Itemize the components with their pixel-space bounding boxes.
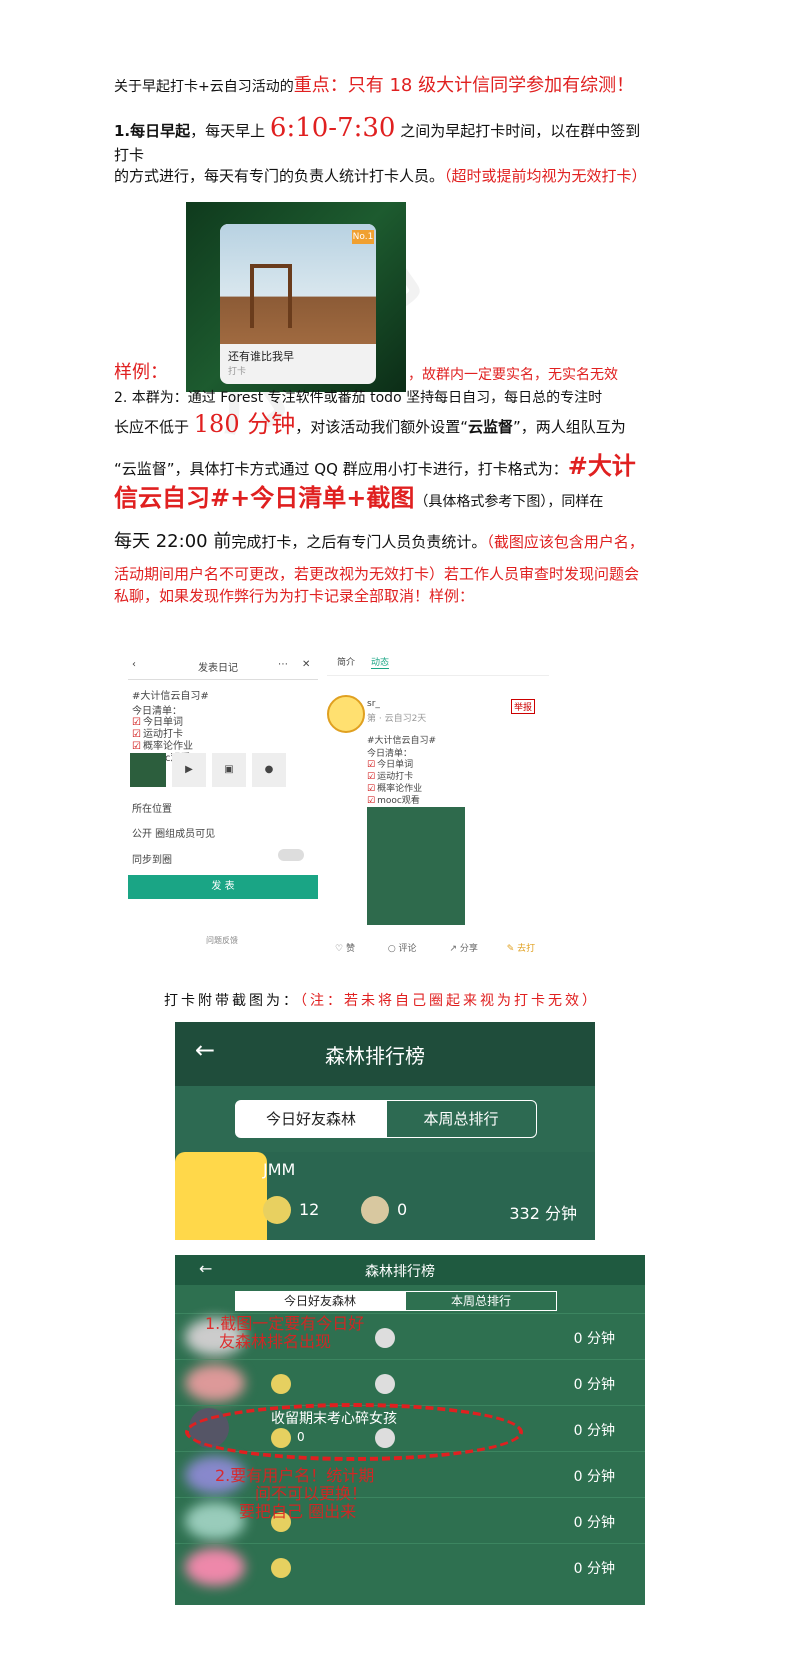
tab-today-forest[interactable]: 今日好友森林	[235, 1100, 387, 1138]
avatar	[185, 1364, 245, 1402]
dynamic-feed-screenshot: 简介 动态 sr_ 第 · 云自习2天 举报 #大计信云自习# 今日清单： 今日…	[327, 645, 549, 975]
notice-title: 关于早起打卡+云自习活动的重点：只有 18 级大计信同学参加有综测！	[114, 75, 635, 96]
image-icon[interactable]: ▣	[212, 753, 246, 787]
live-tree-icon	[263, 1196, 291, 1224]
leaderboard-row: JMM 12 0 332 分钟	[175, 1152, 595, 1240]
sync-toggle[interactable]	[278, 849, 304, 861]
feedback-link[interactable]: 问题反馈	[206, 935, 238, 946]
feed-image[interactable]	[367, 807, 465, 925]
dead-tree-icon	[375, 1328, 395, 1348]
checkin-card-image: No.1 还有谁比我早 打卡	[186, 202, 406, 392]
back-arrow-icon[interactable]: ←	[195, 1036, 215, 1064]
live-tree-icon	[271, 1558, 291, 1578]
feed-actions: ♡ 赞 ○ 评论 ↗ 分享 ✎ 去打	[335, 941, 545, 954]
item2-line7: 私聊，如果发现作弊行为为打卡记录全部取消！样例：	[114, 587, 475, 605]
leaderboard-title: 森林排行榜	[365, 1264, 435, 1280]
item2-line5: 每天 22:00 前完成打卡，之后有专门人员负责统计。（截图应该包含用户名，	[114, 531, 644, 552]
tab-week-rank[interactable]: 本周总排行	[385, 1100, 537, 1138]
forest-leaderboard-1: ← 森林排行榜 今日好友森林 本周总排行 JMM 12 0 332 分钟	[175, 1022, 595, 1240]
forest-leaderboard-2: ← 森林排行榜 今日好友森林 本周总排行 0 分钟 0 分钟 收留期末考心碎女孩…	[175, 1255, 645, 1605]
dead-tree-icon	[375, 1374, 395, 1394]
tab-today-forest[interactable]: 今日好友森林	[235, 1291, 405, 1311]
visibility-field[interactable]: 公开 圈组成员可见	[132, 825, 215, 840]
item2-line4: 信云自习#+今日清单+截图（具体格式参考下图），同样在	[114, 484, 604, 512]
attached-photo[interactable]	[130, 753, 166, 787]
checkin-card: No.1 还有谁比我早 打卡	[220, 224, 376, 384]
user-avatar[interactable]	[327, 695, 365, 733]
publish-button[interactable]: 发 表	[128, 875, 318, 899]
tab-intro[interactable]: 简介	[337, 655, 355, 668]
row-minutes: 332 分钟	[509, 1204, 577, 1223]
diary-post-screenshot: ‹ 发表日记 ⋯ ✕ #大计信云自习# 今日清单： 今日单词 运动打卡 概率论作…	[128, 645, 318, 950]
feed-meta: 第 · 云自习2天	[367, 714, 427, 724]
annotation-1: 1.截图一定要有今日好 友森林排名出现	[205, 1314, 365, 1351]
highlight-circle	[185, 1403, 523, 1461]
report-button[interactable]: 举报	[511, 699, 536, 714]
close-icon[interactable]: ✕	[302, 659, 310, 670]
back-icon[interactable]: ‹	[132, 659, 136, 670]
item2-line6: 活动期间用户名不可更改，若更改视为无效打卡）若工作人员审查时发现问题会	[114, 565, 640, 583]
feed-body: #大计信云自习# 今日清单： 今日单词 运动打卡 概率论作业 mooc观看	[367, 733, 436, 807]
live-tree-icon	[271, 1374, 291, 1394]
example-label: 样例：	[114, 362, 168, 383]
leaderboard-title: 森林排行榜	[325, 1044, 425, 1068]
more-icon[interactable]: ⋯	[278, 659, 288, 670]
chair-icon	[250, 264, 292, 328]
table-row: 0 分钟	[175, 1359, 645, 1406]
row-username: JMM	[263, 1160, 296, 1179]
pixel-avatar	[175, 1152, 267, 1240]
leaderboard-header: ← 森林排行榜	[175, 1022, 595, 1086]
tab-week-rank[interactable]: 本周总排行	[405, 1291, 557, 1311]
mic-icon[interactable]: ●	[252, 753, 286, 787]
item2-line2: 长应不低于 180 分钟，对该活动我们额外设置“云监督”，两人组队互为	[114, 410, 626, 438]
sync-toggle-label: 同步到圈	[132, 855, 172, 866]
tab-dynamic[interactable]: 动态	[371, 655, 390, 669]
back-arrow-icon[interactable]: ←	[199, 1259, 212, 1278]
punch-button[interactable]: ✎ 去打	[507, 944, 535, 954]
avatar	[185, 1548, 245, 1586]
annotation-2: 2.要有用户名！统计期 间不可以更换！ 要把自己 圈出来	[215, 1466, 375, 1521]
share-button[interactable]: ↗ 分享	[449, 944, 477, 954]
screenshot-caption: 打卡附带截图为：（注：若未将自己圈起来视为打卡无效）	[164, 993, 599, 1009]
diary-title: 发表日记	[198, 663, 238, 674]
feed-username: sr_	[367, 699, 380, 709]
like-button[interactable]: ♡ 赞	[335, 944, 355, 954]
item-early-rise: 1.每日早起，每天早上 6:10-7:30 之间为早起打卡时间，以在群中签到打卡	[114, 113, 641, 164]
dead-tree-icon	[361, 1196, 389, 1224]
comment-button[interactable]: ○ 评论	[388, 944, 417, 954]
video-icon[interactable]: ▶	[172, 753, 206, 787]
card-caption: 还有谁比我早	[228, 350, 294, 363]
item2-line1: 2. 本群为：通过 Forest 专注软件或番茄 todo 坚持每日自习，每日总…	[114, 390, 603, 406]
item-early-rise-line2: 的方式进行，每天有专门的负责人统计打卡人员。（超时或提前均视为无效打卡）	[114, 167, 647, 185]
item2-line3: “云监督”，具体打卡方式通过 QQ 群应用小打卡进行，打卡格式为：#大计	[114, 452, 636, 480]
card-subcaption: 打卡	[228, 367, 247, 377]
location-field[interactable]: 所在位置	[132, 800, 172, 815]
feed-tabs: 简介 动态	[327, 645, 549, 676]
diary-header: ‹ 发表日记 ⋯ ✕	[128, 659, 318, 680]
leaderboard-header: ← 森林排行榜	[175, 1255, 645, 1285]
rank-badge: No.1	[352, 230, 374, 244]
table-row: 0 分钟	[175, 1543, 645, 1590]
example-note: ，故群内一定要实名，无实名无效	[408, 367, 618, 383]
